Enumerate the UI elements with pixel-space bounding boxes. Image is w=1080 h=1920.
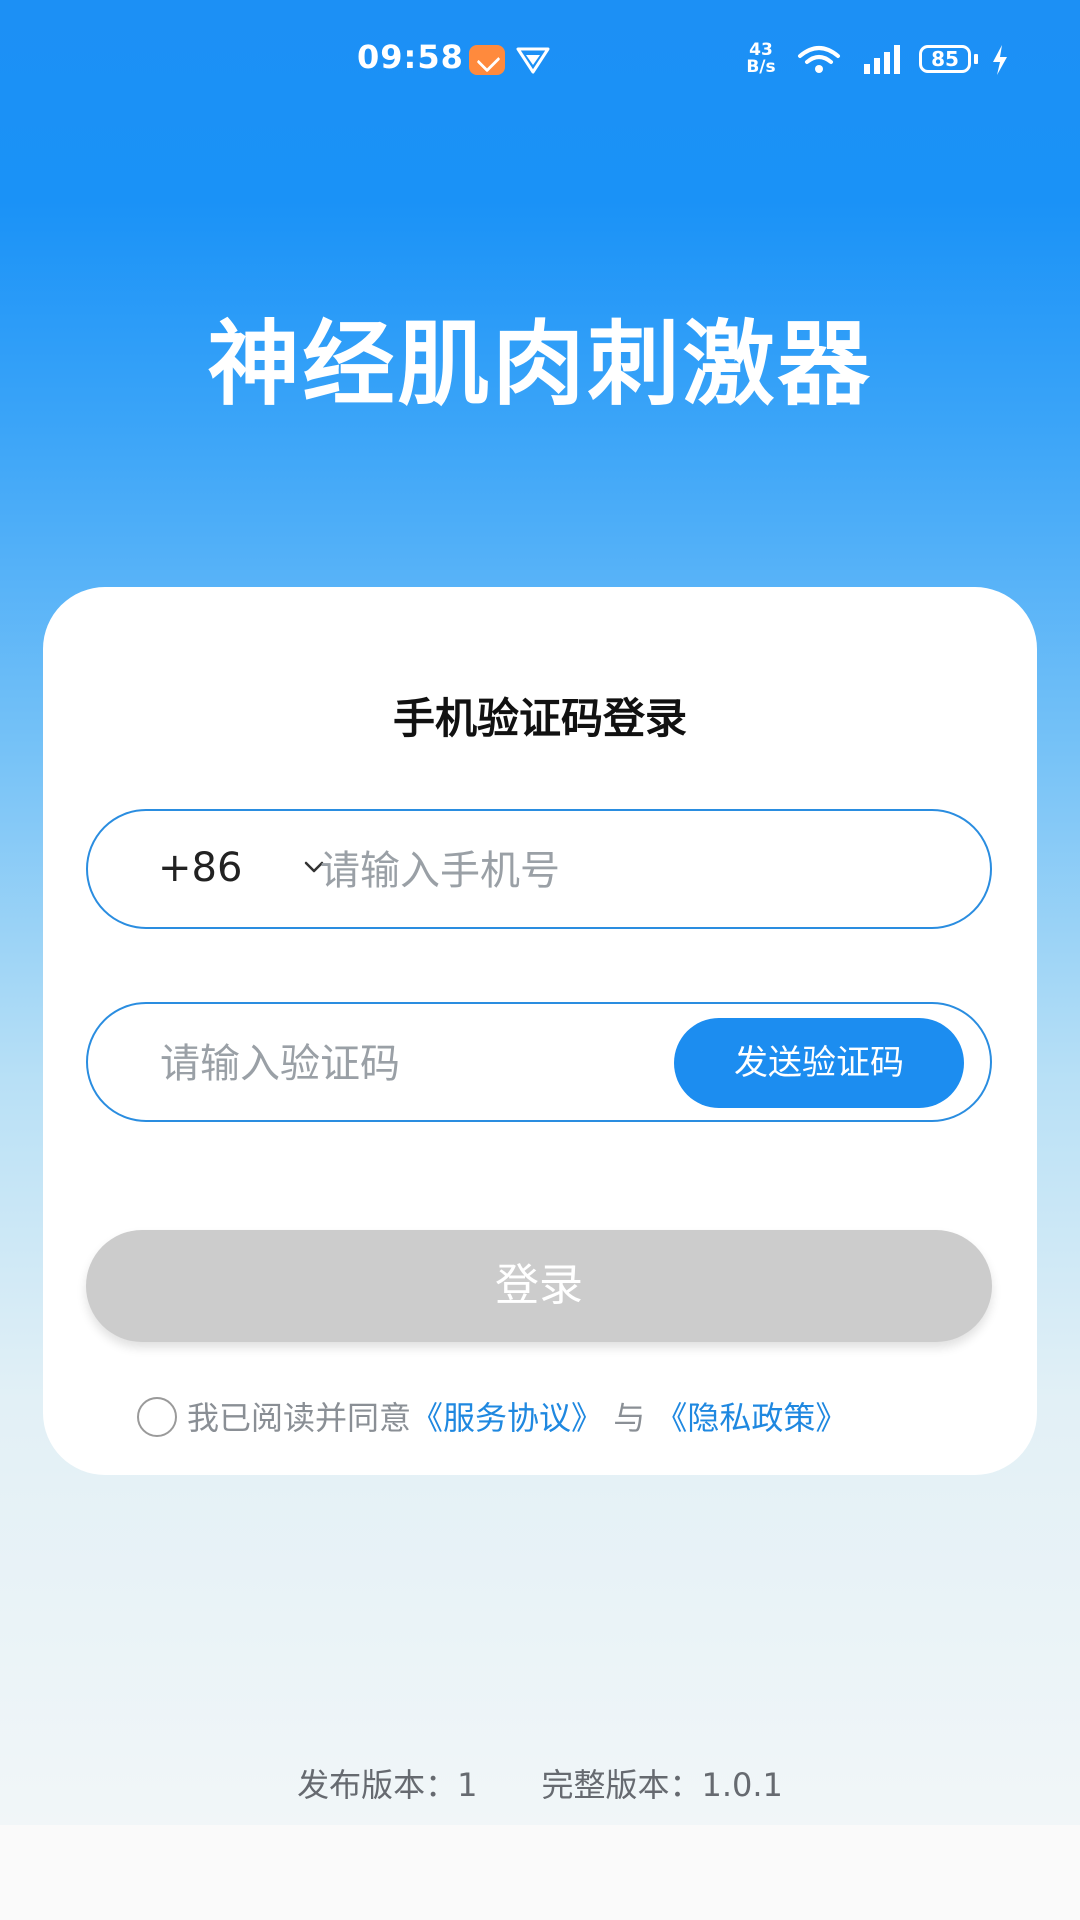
network-speed: 43 B/s [742,42,780,76]
code-field: 发送验证码 [86,1002,992,1122]
status-bar: 09:58 43 B/s 85 [0,0,1080,96]
country-code-selector[interactable]: +86 [158,845,242,891]
login-button[interactable]: 登录 [86,1230,992,1342]
network-speed-unit: B/s [746,57,776,77]
app-notification-icon [469,45,505,75]
battery-icon: 85 [919,45,971,73]
phone-input[interactable] [318,837,922,905]
agreement-conjunction: 与 [613,1399,646,1437]
login-card: 手机验证码登录 +86 发送验证码 登录 我已阅读并同意《服务协议》 与 《隐私… [43,587,1037,1475]
full-version: 完整版本：1.0.1 [541,1766,783,1804]
status-time: 09:58 [357,38,464,76]
login-title: 手机验证码登录 [392,694,687,743]
wifi-icon [798,46,840,73]
vpn-icon [516,47,550,74]
agreement-text: 我已阅读并同意 [187,1399,412,1437]
send-code-button[interactable]: 发送验证码 [674,1018,964,1108]
charging-icon [993,45,1007,75]
phone-field: +86 [86,809,992,929]
release-version: 发布版本：1 [297,1766,478,1804]
version-info: 发布版本：1 完整版本：1.0.1 [0,1760,1080,1806]
agreement-row: 我已阅读并同意《服务协议》 与 《隐私政策》 [137,1393,847,1439]
privacy-policy-link[interactable]: 《隐私政策》 [655,1399,847,1437]
navigation-area [0,1825,1080,1920]
app-title: 神经肌肉刺激器 [207,311,873,418]
agree-checkbox[interactable] [137,1397,177,1437]
verification-code-input[interactable] [158,1030,662,1098]
battery-cap [974,54,978,64]
signal-5g-icon [864,45,900,74]
service-agreement-link[interactable]: 《服务协议》 [411,1399,603,1437]
